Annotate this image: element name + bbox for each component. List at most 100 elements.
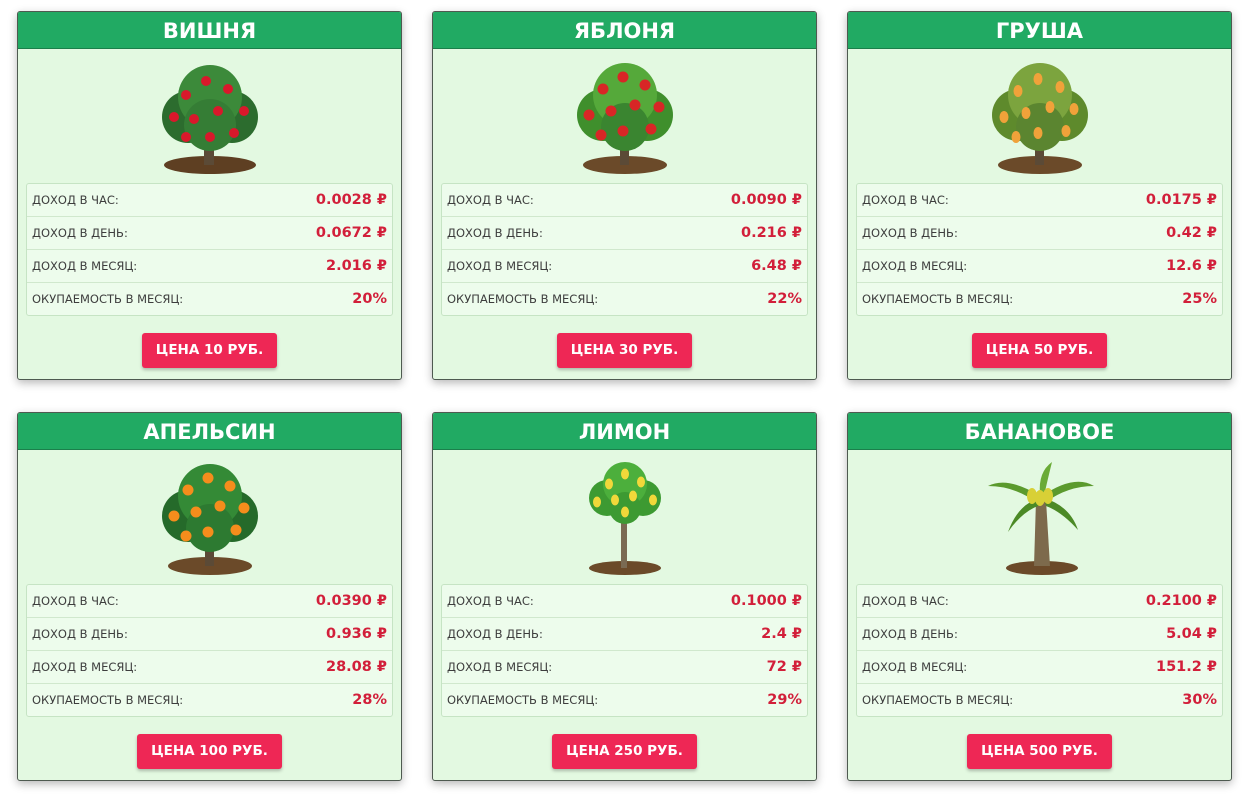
stat-value: 0.1000 ₽: [730, 593, 802, 609]
stat-label: ДОХОД В МЕСЯЦ:: [447, 259, 553, 273]
tree-image: [848, 49, 1231, 183]
stats-table: ДОХОД В ЧАС: 0.2100 ₽ ДОХОД В ДЕНЬ: 5.04 ₽…: [856, 584, 1223, 717]
stat-value: 22%: [767, 291, 802, 307]
stat-value: 0.0090 ₽: [730, 192, 802, 208]
orange-tree-icon: [161, 464, 258, 575]
stat-row: ДОХОД В МЕСЯЦ: 2.016 ₽: [27, 250, 392, 283]
stat-label: ОКУПАЕМОСТЬ В МЕСЯЦ:: [32, 292, 184, 306]
buy-button[interactable]: ЦЕНА 50 РУБ.: [971, 333, 1108, 368]
tree-image: [433, 49, 816, 183]
stat-value: 20%: [352, 291, 387, 307]
stat-value: 29%: [767, 692, 802, 708]
pear-tree-icon: [991, 63, 1088, 174]
stat-value: 72 ₽: [766, 659, 802, 675]
card-title: БАНАНОВОЕ: [848, 413, 1231, 450]
lemon-tree-icon: [588, 462, 661, 575]
buy-button[interactable]: ЦЕНА 30 РУБ.: [556, 333, 693, 368]
stat-label: ДОХОД В МЕСЯЦ:: [862, 259, 968, 273]
stat-row: ДОХОД В ЧАС: 0.2100 ₽: [857, 585, 1222, 618]
stat-value: 0.42 ₽: [1166, 225, 1217, 241]
stat-row: ОКУПАЕМОСТЬ В МЕСЯЦ: 20%: [27, 283, 392, 315]
stat-value: 0.2100 ₽: [1145, 593, 1217, 609]
card-title: ГРУША: [848, 12, 1231, 49]
stat-row: ОКУПАЕМОСТЬ В МЕСЯЦ: 29%: [442, 684, 807, 716]
stats-table: ДОХОД В ЧАС: 0.0028 ₽ ДОХОД В ДЕНЬ: 0.0672…: [26, 183, 393, 316]
stat-row: ДОХОД В ЧАС: 0.0390 ₽: [27, 585, 392, 618]
tree-card-banana: БАНАНОВОЕ ДОХОД В ЧАС: 0.2100 ₽ ДОХОД В Д…: [847, 412, 1232, 781]
tree-card-cherry: ВИШНЯ ДОХОД В ЧАС: 0.0028 ₽ ДОХОД В ДЕНЬ:…: [17, 11, 402, 380]
stat-label: ДОХОД В МЕСЯЦ:: [32, 660, 138, 674]
tree-card-pear: ГРУША ДОХОД В ЧАС: 0.0175 ₽ ДОХОД В ДЕНЬ:…: [847, 11, 1232, 380]
banana-tree-icon: [987, 462, 1094, 575]
stat-label: ОКУПАЕМОСТЬ В МЕСЯЦ:: [862, 693, 1014, 707]
card-title: ЛИМОН: [433, 413, 816, 450]
buy-button[interactable]: ЦЕНА 500 РУБ.: [967, 734, 1112, 769]
cherry-tree-icon: [161, 65, 258, 174]
stat-value: 0.0028 ₽: [315, 192, 387, 208]
stat-row: ДОХОД В ЧАС: 0.0175 ₽: [857, 184, 1222, 217]
stat-label: ДОХОД В МЕСЯЦ:: [862, 660, 968, 674]
stat-row: ДОХОД В ДЕНЬ: 2.4 ₽: [442, 618, 807, 651]
stat-row: ОКУПАЕМОСТЬ В МЕСЯЦ: 22%: [442, 283, 807, 315]
buy-button[interactable]: ЦЕНА 100 РУБ.: [137, 734, 282, 769]
stat-row: ДОХОД В ЧАС: 0.0028 ₽: [27, 184, 392, 217]
tree-image: [433, 450, 816, 584]
stat-label: ДОХОД В ДЕНЬ:: [862, 226, 958, 240]
stat-row: ДОХОД В ДЕНЬ: 0.0672 ₽: [27, 217, 392, 250]
stat-row: ОКУПАЕМОСТЬ В МЕСЯЦ: 30%: [857, 684, 1222, 716]
stat-row: ДОХОД В ЧАС: 0.0090 ₽: [442, 184, 807, 217]
stat-value: 12.6 ₽: [1166, 258, 1217, 274]
stat-row: ДОХОД В МЕСЯЦ: 6.48 ₽: [442, 250, 807, 283]
stat-label: ОКУПАЕМОСТЬ В МЕСЯЦ:: [32, 693, 184, 707]
stat-label: ОКУПАЕМОСТЬ В МЕСЯЦ:: [862, 292, 1014, 306]
stat-value: 0.0175 ₽: [1145, 192, 1217, 208]
stat-label: ДОХОД В ДЕНЬ:: [32, 627, 128, 641]
stat-row: ДОХОД В ДЕНЬ: 0.936 ₽: [27, 618, 392, 651]
stat-value: 0.0390 ₽: [315, 593, 387, 609]
tree-image: [18, 49, 401, 183]
stat-value: 151.2 ₽: [1155, 659, 1217, 675]
tree-image: [18, 450, 401, 584]
tree-card-apple: ЯБЛОНЯ ДОХОД В ЧАС: 0.0090 ₽ ДОХОД В ДЕНЬ…: [432, 11, 817, 380]
stat-label: ДОХОД В ЧАС:: [447, 193, 534, 207]
stats-table: ДОХОД В ЧАС: 0.1000 ₽ ДОХОД В ДЕНЬ: 2.4 ₽ …: [441, 584, 808, 717]
card-title: ВИШНЯ: [18, 12, 401, 49]
apple-tree-icon: [576, 63, 673, 174]
stat-value: 0.0672 ₽: [315, 225, 387, 241]
stat-label: ДОХОД В ДЕНЬ:: [862, 627, 958, 641]
stat-value: 28%: [352, 692, 387, 708]
card-title: АПЕЛЬСИН: [18, 413, 401, 450]
stats-table: ДОХОД В ЧАС: 0.0090 ₽ ДОХОД В ДЕНЬ: 0.216 …: [441, 183, 808, 316]
stat-row: ДОХОД В ЧАС: 0.1000 ₽: [442, 585, 807, 618]
stat-label: ДОХОД В ДЕНЬ:: [32, 226, 128, 240]
stat-row: ДОХОД В ДЕНЬ: 0.216 ₽: [442, 217, 807, 250]
stat-value: 2.016 ₽: [325, 258, 387, 274]
stat-label: ДОХОД В ЧАС:: [32, 193, 119, 207]
stats-table: ДОХОД В ЧАС: 0.0175 ₽ ДОХОД В ДЕНЬ: 0.42 ₽…: [856, 183, 1223, 316]
stat-row: ДОХОД В МЕСЯЦ: 72 ₽: [442, 651, 807, 684]
stat-value: 5.04 ₽: [1166, 626, 1217, 642]
stat-label: ДОХОД В ДЕНЬ:: [447, 627, 543, 641]
buy-button[interactable]: ЦЕНА 10 РУБ.: [141, 333, 278, 368]
stat-label: ДОХОД В ЧАС:: [862, 594, 949, 608]
stat-row: ДОХОД В ДЕНЬ: 5.04 ₽: [857, 618, 1222, 651]
stat-row: ОКУПАЕМОСТЬ В МЕСЯЦ: 28%: [27, 684, 392, 716]
stat-value: 30%: [1182, 692, 1217, 708]
tree-card-orange: АПЕЛЬСИН ДОХОД В ЧАС: 0.0390 ₽ ДОХОД В ДЕ…: [17, 412, 402, 781]
buy-button[interactable]: ЦЕНА 250 РУБ.: [552, 734, 697, 769]
stat-row: ОКУПАЕМОСТЬ В МЕСЯЦ: 25%: [857, 283, 1222, 315]
stat-label: ОКУПАЕМОСТЬ В МЕСЯЦ:: [447, 693, 599, 707]
stat-label: ДОХОД В ЧАС:: [32, 594, 119, 608]
stats-table: ДОХОД В ЧАС: 0.0390 ₽ ДОХОД В ДЕНЬ: 0.936 …: [26, 584, 393, 717]
stat-value: 0.936 ₽: [325, 626, 387, 642]
stat-value: 0.216 ₽: [740, 225, 802, 241]
stat-label: ДОХОД В МЕСЯЦ:: [32, 259, 138, 273]
stat-label: ДОХОД В ЧАС:: [862, 193, 949, 207]
stat-value: 25%: [1182, 291, 1217, 307]
stat-value: 6.48 ₽: [751, 258, 802, 274]
stat-row: ДОХОД В МЕСЯЦ: 12.6 ₽: [857, 250, 1222, 283]
stat-label: ДОХОД В ЧАС:: [447, 594, 534, 608]
stat-label: ДОХОД В МЕСЯЦ:: [447, 660, 553, 674]
stat-value: 28.08 ₽: [325, 659, 387, 675]
stat-label: ОКУПАЕМОСТЬ В МЕСЯЦ:: [447, 292, 599, 306]
